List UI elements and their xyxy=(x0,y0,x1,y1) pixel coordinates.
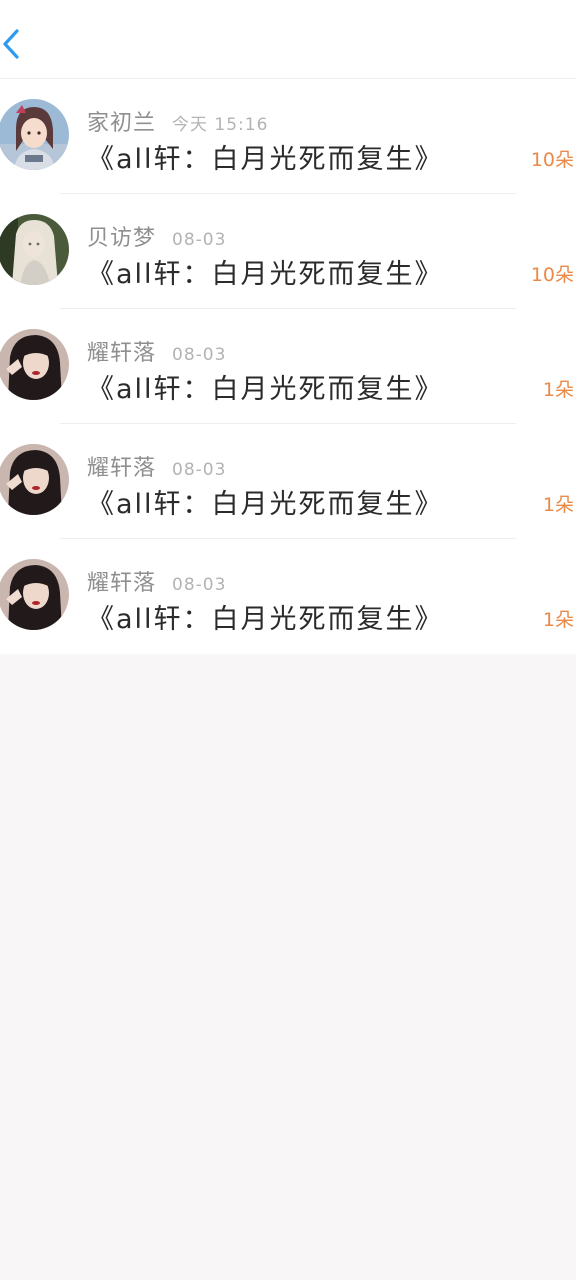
gift-count: 10朵 xyxy=(530,264,574,286)
avatar[interactable] xyxy=(0,444,69,515)
avatar[interactable] xyxy=(0,559,69,630)
message-date: 08-03 xyxy=(172,345,227,365)
avatar[interactable] xyxy=(0,99,69,170)
gift-count: 1朵 xyxy=(542,494,574,516)
message-date: 08-03 xyxy=(172,460,227,480)
book-title: 《all轩：白月光死而复生》 xyxy=(87,144,444,175)
message-date: 08-03 xyxy=(172,230,227,250)
book-title: 《all轩：白月光死而复生》 xyxy=(87,489,444,520)
back-button[interactable] xyxy=(0,24,30,64)
sender-name: 耀轩落 xyxy=(87,456,157,481)
top-bar xyxy=(0,0,576,79)
list-item[interactable]: 耀轩落 08-03 《all轩：白月光死而复生》 1朵 xyxy=(0,309,576,424)
gift-message-list: 家初兰 今天 15:16 《all轩：白月光死而复生》 10朵 贝访梦 08-0… xyxy=(0,79,576,654)
sender-name: 贝访梦 xyxy=(87,226,157,251)
sender-name: 家初兰 xyxy=(87,111,157,136)
sender-name: 耀轩落 xyxy=(87,571,157,596)
avatar[interactable] xyxy=(0,329,69,400)
chevron-left-icon xyxy=(3,29,19,59)
gift-count: 1朵 xyxy=(542,379,574,401)
gift-count: 1朵 xyxy=(542,609,574,631)
message-date: 08-03 xyxy=(172,575,227,595)
book-title: 《all轩：白月光死而复生》 xyxy=(87,374,444,405)
message-date: 今天 15:16 xyxy=(172,115,269,135)
avatar[interactable] xyxy=(0,214,69,285)
book-title: 《all轩：白月光死而复生》 xyxy=(87,259,444,290)
list-item[interactable]: 耀轩落 08-03 《all轩：白月光死而复生》 1朵 xyxy=(0,424,576,539)
book-title: 《all轩：白月光死而复生》 xyxy=(87,604,444,635)
list-item[interactable]: 耀轩落 08-03 《all轩：白月光死而复生》 1朵 xyxy=(0,539,576,654)
list-item[interactable]: 贝访梦 08-03 《all轩：白月光死而复生》 10朵 xyxy=(0,194,576,309)
gift-count: 10朵 xyxy=(530,149,574,171)
list-item[interactable]: 家初兰 今天 15:16 《all轩：白月光死而复生》 10朵 xyxy=(0,79,576,194)
sender-name: 耀轩落 xyxy=(87,341,157,366)
